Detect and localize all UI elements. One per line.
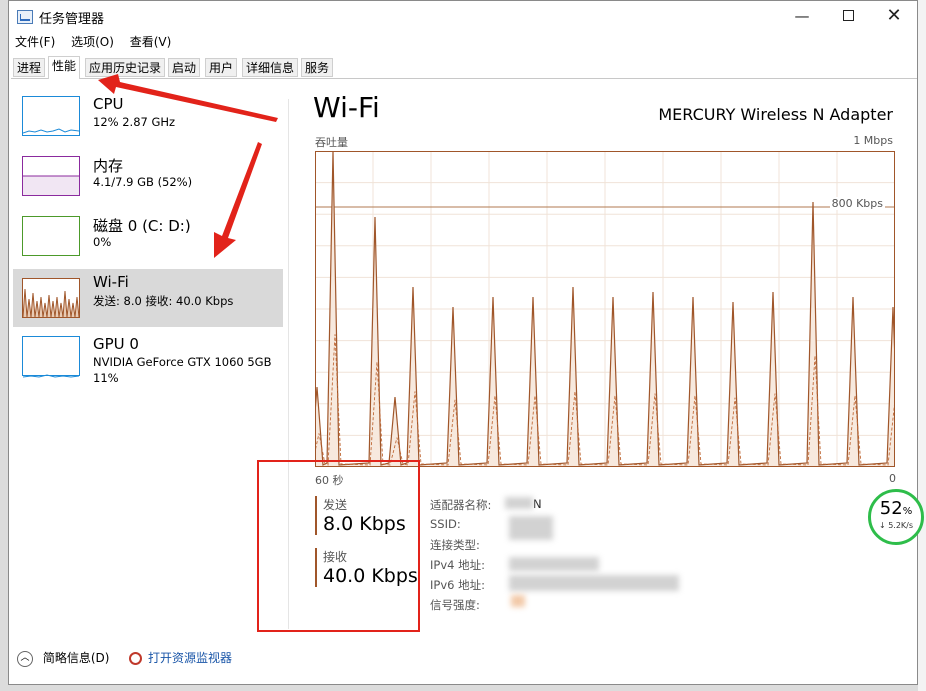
widget-speed: ↓ 5.2K/s (878, 521, 914, 530)
widget-percent-unit: % (902, 506, 913, 517)
widget-percent: 52 (879, 498, 903, 519)
arrow-to-performance-tab (98, 74, 278, 122)
network-speed-widget[interactable]: 52% ↓ 5.2K/s (868, 489, 924, 545)
annotation-arrows (98, 74, 278, 258)
arrow-to-wifi-item (214, 142, 262, 258)
